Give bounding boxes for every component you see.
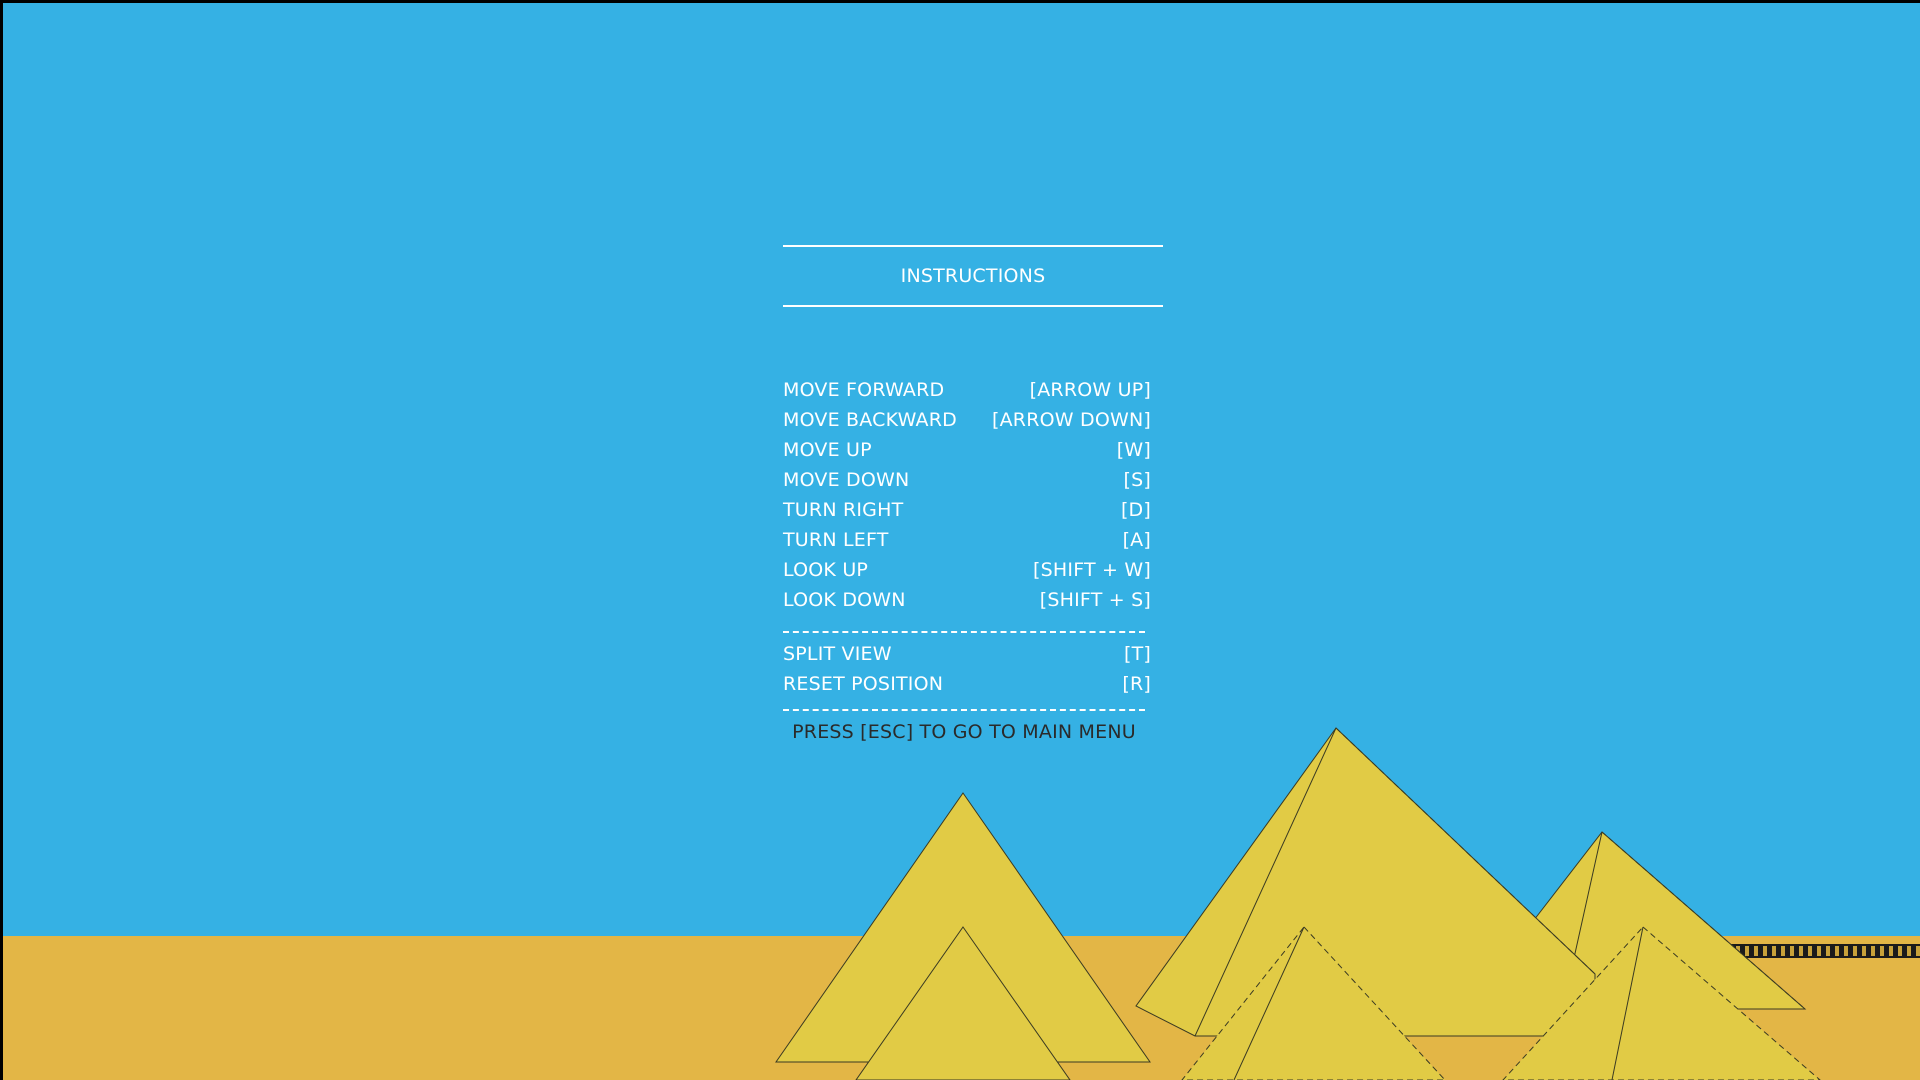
extra-control-row: SPLIT VIEW [T]: [783, 639, 1151, 669]
control-action: SPLIT VIEW: [783, 643, 892, 665]
control-row: TURN RIGHT [D]: [783, 495, 1151, 525]
control-action: TURN RIGHT: [783, 499, 904, 521]
control-action: TURN LEFT: [783, 529, 889, 551]
control-key: [ARROW DOWN]: [992, 409, 1151, 431]
control-row: LOOK UP [SHIFT + W]: [783, 555, 1151, 585]
control-action: MOVE DOWN: [783, 469, 910, 491]
control-key: [D]: [1120, 499, 1151, 521]
control-action: MOVE FORWARD: [783, 379, 945, 401]
control-key: [W]: [1116, 439, 1151, 461]
game-viewport[interactable]: INSTRUCTIONS MOVE FORWARD [ARROW UP] MOVE …: [0, 0, 1920, 1080]
instructions-title: INSTRUCTIONS: [900, 265, 1046, 287]
title-bottom-rule: [783, 305, 1163, 307]
esc-hint: PRESS [ESC] TO GO TO MAIN MENU: [792, 721, 1136, 743]
control-row: MOVE DOWN [S]: [783, 465, 1151, 495]
controls-list: MOVE FORWARD [ARROW UP] MOVE BACKWARD [ARRO…: [783, 375, 1163, 615]
instructions-panel: INSTRUCTIONS MOVE FORWARD [ARROW UP] MOVE …: [783, 245, 1163, 747]
control-key: [A]: [1122, 529, 1151, 551]
control-action: RESET POSITION: [783, 673, 944, 695]
control-row: TURN LEFT [A]: [783, 525, 1151, 555]
control-key: [S]: [1123, 469, 1151, 491]
extra-control-row: RESET POSITION [R]: [783, 669, 1151, 699]
control-action: LOOK DOWN: [783, 589, 906, 611]
control-action: MOVE UP: [783, 439, 872, 461]
control-key: [SHIFT + W]: [1033, 559, 1151, 581]
control-key: [T]: [1123, 643, 1151, 665]
control-row: LOOK DOWN [SHIFT + S]: [783, 585, 1151, 615]
control-row: MOVE UP [W]: [783, 435, 1151, 465]
control-key: [SHIFT + S]: [1039, 589, 1151, 611]
distant-track: [1725, 944, 1920, 958]
control-action: MOVE BACKWARD: [783, 409, 957, 431]
extras-list: SPLIT VIEW [T] RESET POSITION [R]: [783, 639, 1163, 699]
divider-bottom: [783, 709, 1145, 711]
control-row: MOVE BACKWARD [ARROW DOWN]: [783, 405, 1151, 435]
control-action: LOOK UP: [783, 559, 869, 581]
control-key: [R]: [1122, 673, 1151, 695]
control-row: MOVE FORWARD [ARROW UP]: [783, 375, 1151, 405]
control-key: [ARROW UP]: [1029, 379, 1151, 401]
